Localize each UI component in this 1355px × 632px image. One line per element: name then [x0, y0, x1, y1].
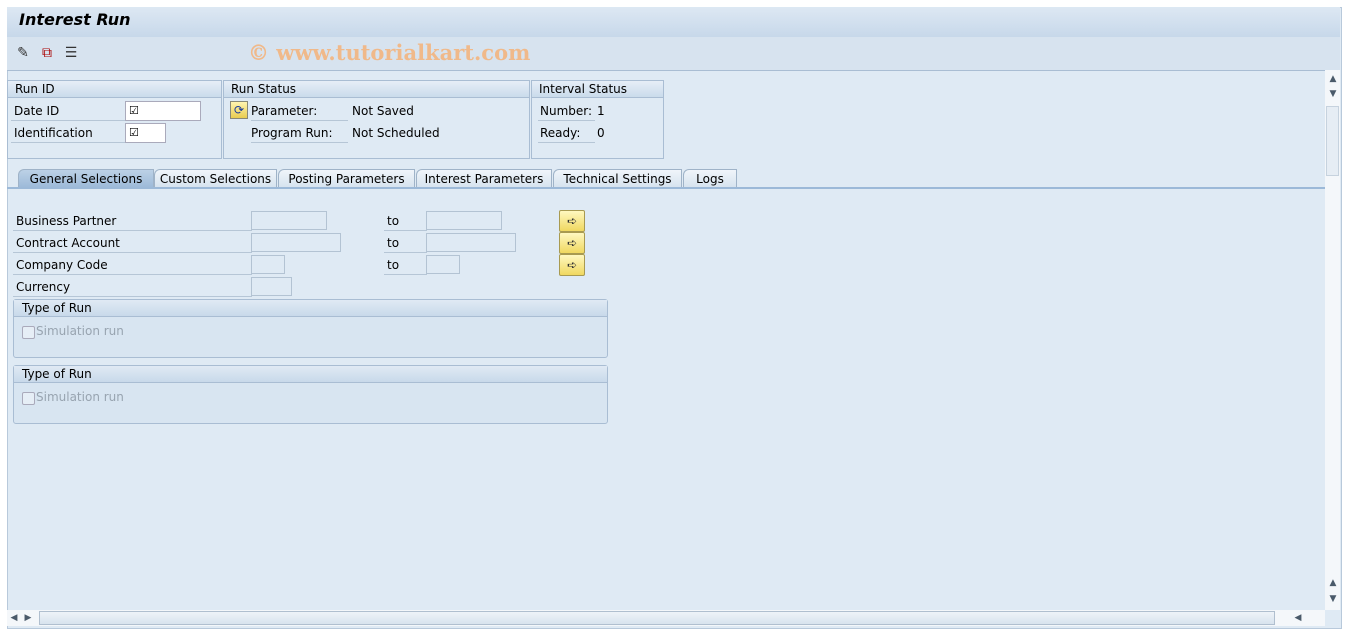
multiple-selection-button[interactable]: ➪: [559, 232, 585, 254]
ready-value: 0: [597, 126, 605, 140]
business-partner-to-input[interactable]: [426, 211, 502, 230]
to-label: to: [384, 212, 427, 231]
scroll-left-icon[interactable]: ◀: [7, 613, 21, 623]
scroll-up-icon[interactable]: ▲: [1326, 74, 1340, 84]
scroll-down-icon[interactable]: ▼: [1326, 89, 1340, 99]
identification-label: Identification: [11, 124, 129, 143]
company-code-label: Company Code: [13, 256, 252, 275]
company-code-to-input[interactable]: [426, 255, 460, 274]
parameter-value: Not Saved: [352, 104, 414, 118]
interval-status-header: Interval Status: [532, 81, 663, 98]
vertical-scroll-thumb[interactable]: [1326, 106, 1339, 176]
scroll-left-icon[interactable]: ◀: [1291, 613, 1305, 623]
simulation-run-checkbox[interactable]: [22, 326, 35, 339]
date-id-label: Date ID: [11, 102, 129, 121]
tab-interest-parameters[interactable]: Interest Parameters: [416, 169, 552, 188]
contract-account-from-input[interactable]: [251, 233, 341, 252]
scroll-up-icon[interactable]: ▲: [1326, 578, 1340, 588]
simulation-run-label: Simulation run: [36, 324, 124, 338]
business-partner-label: Business Partner: [13, 212, 252, 231]
structure-icon[interactable]: ☰: [62, 44, 80, 62]
simulation-run-checkbox[interactable]: [22, 392, 35, 405]
run-status-header: Run Status: [224, 81, 529, 98]
tab-posting-parameters[interactable]: Posting Parameters: [278, 169, 415, 188]
tab-logs[interactable]: Logs: [683, 169, 737, 188]
page-title: Interest Run: [19, 10, 131, 29]
currency-label: Currency: [13, 278, 252, 297]
ready-label: Ready:: [538, 124, 595, 143]
number-label: Number:: [538, 102, 595, 121]
to-label: to: [384, 256, 427, 275]
simulation-run-label: Simulation run: [36, 390, 124, 404]
company-code-from-input[interactable]: [251, 255, 285, 274]
tab-panel-border: [7, 187, 1325, 189]
program-run-label: Program Run:: [251, 124, 348, 143]
type-of-run-header: Type of Run: [14, 300, 607, 317]
tab-technical-settings[interactable]: Technical Settings: [553, 169, 682, 188]
contract-account-label: Contract Account: [13, 234, 252, 253]
program-run-value: Not Scheduled: [352, 126, 440, 140]
parameter-label: Parameter:: [251, 102, 348, 121]
run-id-header: Run ID: [8, 81, 221, 98]
to-label: to: [384, 234, 427, 253]
tab-custom-selections[interactable]: Custom Selections: [154, 169, 277, 188]
copy-icon[interactable]: ⧉: [38, 44, 56, 62]
scroll-down-icon[interactable]: ▼: [1326, 594, 1340, 604]
number-value: 1: [597, 104, 605, 118]
toolbar: [7, 37, 1340, 71]
edit-icon[interactable]: ✎: [14, 44, 32, 62]
watermark: © www.tutorialkart.com: [248, 40, 531, 65]
refresh-status-icon[interactable]: ⟳: [230, 101, 248, 119]
multiple-selection-button[interactable]: ➪: [559, 210, 585, 232]
multiple-selection-button[interactable]: ➪: [559, 254, 585, 276]
horizontal-scroll-thumb[interactable]: [39, 611, 1275, 625]
contract-account-to-input[interactable]: [426, 233, 516, 252]
tab-general-selections[interactable]: General Selections: [18, 169, 154, 188]
scroll-right-icon[interactable]: ▶: [21, 613, 35, 623]
title-bar: [7, 7, 1340, 38]
identification-field[interactable]: ☑: [125, 123, 166, 143]
date-id-field[interactable]: ☑: [125, 101, 201, 121]
type-of-run-header: Type of Run: [14, 366, 607, 383]
currency-input[interactable]: [251, 277, 292, 296]
business-partner-from-input[interactable]: [251, 211, 327, 230]
